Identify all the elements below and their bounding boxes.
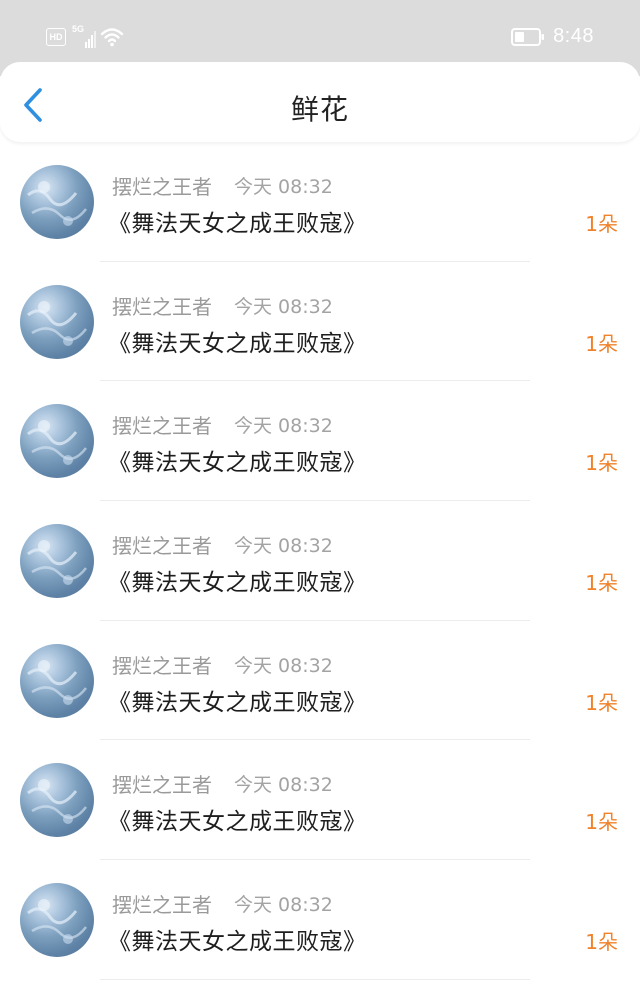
- flower-count: 1朵: [585, 930, 618, 955]
- timestamp: 今天 08:32: [234, 535, 333, 558]
- timestamp: 今天 08:32: [234, 176, 333, 198]
- signal-icon: 5G: [72, 24, 96, 48]
- battery-icon: [511, 27, 545, 46]
- book-title[interactable]: 《舞法天女之成王败寇》: [108, 563, 367, 597]
- list-item[interactable]: 摆烂之王者 今天 08:32 《舞法天女之成王败寇》 1朵: [0, 381, 640, 502]
- signal-bars-icon: [85, 31, 96, 48]
- header: 鲜花: [0, 62, 640, 142]
- book-title[interactable]: 《舞法天女之成王败寇》: [108, 802, 367, 836]
- book-title[interactable]: 《舞法天女之成王败寇》: [108, 443, 367, 477]
- avatar[interactable]: [20, 643, 94, 718]
- list-item[interactable]: 摆烂之王者 今天 08:32 《舞法天女之成王败寇》 1朵: [0, 621, 640, 741]
- flower-count: 1朵: [585, 331, 618, 356]
- avatar[interactable]: [20, 763, 94, 838]
- list-item[interactable]: 摆烂之王者 今天 08:32 《舞法天女之成王败寇》 1朵: [0, 262, 640, 382]
- user-name: 摆烂之王者: [112, 175, 212, 199]
- list-item[interactable]: 摆烂之王者 今天 08:32 《舞法天女之成王败寇》 1朵: [0, 860, 640, 980]
- timestamp: 今天 08:32: [234, 774, 333, 797]
- user-name: 摆烂之王者: [112, 893, 212, 918]
- avatar[interactable]: [20, 404, 94, 479]
- timestamp: 今天 08:32: [234, 894, 333, 917]
- book-title[interactable]: 《舞法天女之成王败寇》: [108, 922, 367, 956]
- user-name: 摆烂之王者: [112, 773, 212, 798]
- wifi-icon: [100, 28, 124, 47]
- clock: 8:48: [553, 25, 594, 47]
- avatar[interactable]: [20, 524, 94, 599]
- status-right: 8:48: [511, 25, 594, 48]
- user-name: 摆烂之王者: [112, 653, 212, 678]
- book-title[interactable]: 《舞法天女之成王败寇》: [108, 204, 367, 238]
- book-title[interactable]: 《舞法天女之成王败寇》: [108, 683, 367, 717]
- page-title: 鲜花: [290, 93, 349, 126]
- user-name: 摆烂之王者: [112, 534, 212, 559]
- avatar[interactable]: [20, 284, 94, 359]
- flower-list: 摆烂之王者 今天 08:32 《舞法天女之成王败寇》 1朵 摆烂之王者 今天 0…: [0, 142, 640, 980]
- flower-count: 1朵: [585, 451, 618, 476]
- user-name: 摆烂之王者: [112, 414, 212, 439]
- timestamp: 今天 08:32: [234, 415, 333, 438]
- flower-count: 1朵: [585, 690, 618, 715]
- list-item[interactable]: 摆烂之王者 今天 08:32 《舞法天女之成王败寇》 1朵: [0, 142, 640, 262]
- divider: [100, 978, 530, 980]
- avatar[interactable]: [20, 165, 94, 239]
- timestamp: 今天 08:32: [234, 295, 333, 318]
- timestamp: 今天 08:32: [234, 654, 333, 677]
- user-name: 摆烂之王者: [112, 294, 212, 319]
- avatar[interactable]: [20, 883, 94, 958]
- list-item[interactable]: 摆烂之王者 今天 08:32 《舞法天女之成王败寇》 1朵: [0, 501, 640, 621]
- list-item[interactable]: 摆烂之王者 今天 08:32 《舞法天女之成王败寇》 1朵: [0, 740, 640, 861]
- status-indicators: HD 5G: [46, 24, 124, 48]
- flower-count: 1朵: [585, 212, 618, 236]
- book-title[interactable]: 《舞法天女之成王败寇》: [108, 324, 367, 358]
- flower-count: 1朵: [585, 571, 618, 596]
- hd-icon: HD: [46, 28, 66, 46]
- flower-count: 1朵: [585, 810, 618, 835]
